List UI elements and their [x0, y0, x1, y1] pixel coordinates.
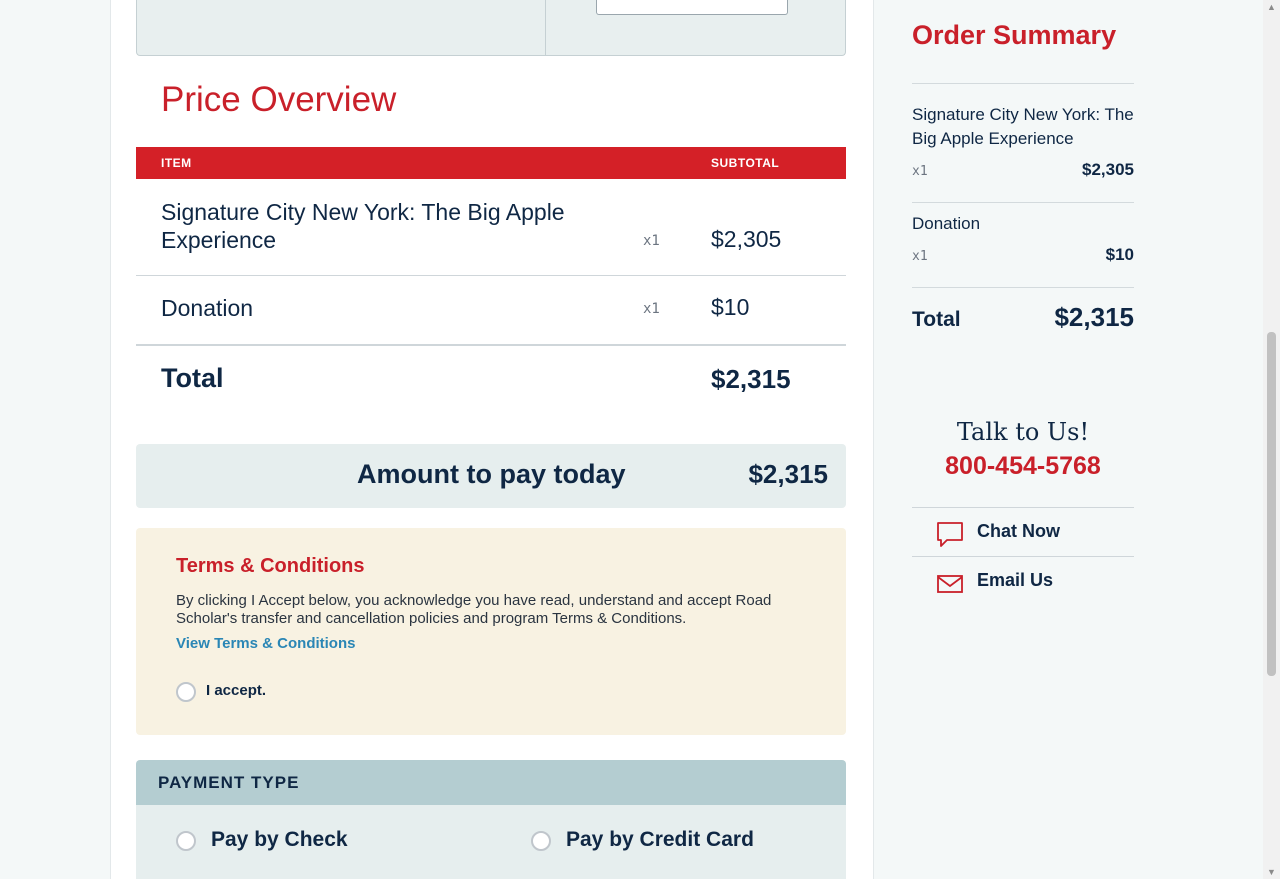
chat-bubble-icon [937, 522, 963, 547]
summary-divider [912, 202, 1134, 203]
chat-now-link[interactable]: Chat Now [912, 507, 1134, 556]
payment-type-label: PAYMENT TYPE [158, 773, 300, 792]
column-item: ITEM [161, 156, 192, 170]
item-subtotal: $2,305 [711, 226, 782, 252]
terms-text: By clicking I Accept below, you acknowle… [176, 592, 772, 627]
item-subtotal: $10 [711, 294, 750, 320]
amount-to-pay-value: $2,315 [748, 459, 828, 489]
summary-divider [912, 287, 1134, 288]
summary-item-amount: $10 [1105, 245, 1134, 264]
terms-panel: Terms & Conditions By clicking I Accept … [136, 528, 846, 735]
item-quantity: x1 [643, 301, 660, 317]
total-label: Total [161, 363, 224, 393]
summary-item-quantity: x1 [912, 249, 928, 264]
payment-type-header: PAYMENT TYPE [136, 760, 846, 805]
table-row: Signature City New York: The Big Apple E… [136, 179, 846, 276]
scrollbar-thumb[interactable] [1267, 332, 1276, 676]
previous-section-field[interactable] [596, 0, 788, 15]
chat-now-label: Chat Now [977, 521, 1060, 541]
box-divider [545, 0, 546, 55]
page-scrollbar[interactable]: ▲ ▼ [1263, 0, 1280, 879]
total-amount: $2,315 [711, 364, 791, 394]
pay-by-check-radio[interactable] [176, 831, 196, 851]
summary-total-amount: $2,315 [1054, 302, 1134, 332]
price-table-header: ITEM SUBTOTAL [136, 147, 846, 179]
phone-number-link[interactable]: 800-454-5768 [912, 452, 1134, 481]
table-row: Donation x1 $10 [136, 276, 846, 346]
amount-to-pay-today: Amount to pay today $2,315 [136, 444, 846, 508]
envelope-icon [937, 575, 963, 593]
item-name: Signature City New York: The Big Apple E… [161, 199, 565, 253]
amount-to-pay-label: Amount to pay today [357, 459, 626, 489]
payment-options: Pay by Check Pay by Credit Card [136, 805, 846, 879]
view-terms-link[interactable]: View Terms & Conditions [176, 635, 355, 652]
summary-divider [912, 83, 1134, 84]
item-name: Donation [161, 295, 254, 321]
accept-label[interactable]: I accept. [206, 682, 266, 699]
accept-radio[interactable] [176, 682, 196, 702]
summary-item-name: Donation [912, 214, 981, 233]
scroll-down-arrow[interactable]: ▼ [1267, 867, 1276, 877]
previous-section-box [136, 0, 846, 56]
pay-by-check-label[interactable]: Pay by Check [211, 828, 348, 852]
summary-total-label: Total [912, 308, 961, 331]
item-quantity: x1 [643, 233, 660, 249]
summary-item-quantity: x1 [912, 164, 928, 179]
email-us-label: Email Us [977, 570, 1054, 590]
pay-by-credit-card-label[interactable]: Pay by Credit Card [566, 828, 754, 852]
email-us-link[interactable]: Email Us [912, 556, 1134, 605]
terms-title: Terms & Conditions [176, 555, 365, 577]
price-overview-title: Price Overview [161, 80, 397, 119]
main-column [110, 0, 874, 879]
order-summary-title: Order Summary [912, 20, 1117, 50]
column-subtotal: SUBTOTAL [711, 156, 780, 170]
talk-to-us-heading: Talk to Us! [956, 418, 1090, 446]
scroll-up-arrow[interactable]: ▲ [1267, 2, 1276, 12]
pay-by-credit-card-radio[interactable] [531, 831, 551, 851]
summary-item-name: Signature City New York: The Big Apple E… [912, 105, 1134, 148]
summary-item-amount: $2,305 [1082, 160, 1134, 179]
